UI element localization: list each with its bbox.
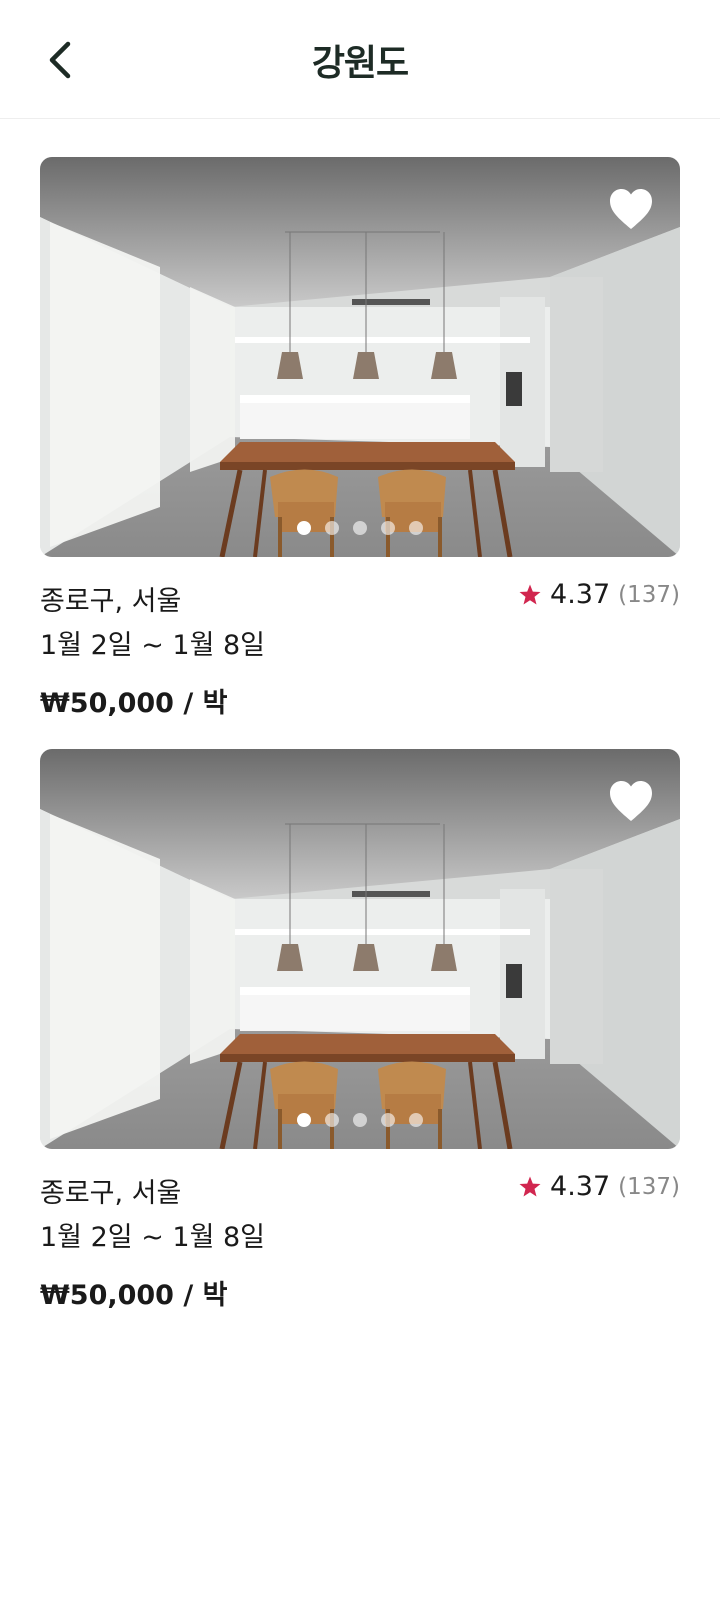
pagination-dot[interactable] <box>409 521 423 535</box>
rating-score: 4.37 <box>550 579 611 610</box>
star-icon <box>519 584 541 604</box>
app-header: 강원도 <box>0 0 720 119</box>
photo-pagination <box>40 1113 680 1127</box>
listing-rating: 4.37 (137) <box>518 579 680 610</box>
review-count: (137) <box>618 581 680 608</box>
listing-price: ₩50,000 / 박 <box>40 688 228 719</box>
listing-info: 종로구, 서울 4.37 (137) 1월 2일 ~ 1월 8일 ₩50,000… <box>40 1149 680 1339</box>
listing-photo[interactable] <box>40 749 680 1149</box>
listing-photo[interactable] <box>40 157 680 557</box>
pagination-dot[interactable] <box>353 521 367 535</box>
pagination-dot[interactable] <box>381 521 395 535</box>
star-icon <box>519 1176 541 1196</box>
pagination-dot[interactable] <box>381 1113 395 1127</box>
pagination-dot[interactable] <box>353 1113 367 1127</box>
photo-pagination <box>40 521 680 535</box>
listing-dates: 1월 2일 ~ 1월 8일 <box>40 630 266 661</box>
review-count: (137) <box>618 1173 680 1200</box>
pagination-dot[interactable] <box>297 1113 311 1127</box>
listing-dates: 1월 2일 ~ 1월 8일 <box>40 1222 266 1253</box>
listing-card[interactable]: 종로구, 서울 4.37 (137) 1월 2일 ~ 1월 8일 ₩50,000… <box>40 157 680 747</box>
listing-info: 종로구, 서울 4.37 (137) 1월 2일 ~ 1월 8일 ₩50,000… <box>40 557 680 747</box>
favorite-button[interactable] <box>608 779 654 823</box>
page-title: 강원도 <box>311 43 409 84</box>
listing-card[interactable]: 종로구, 서울 4.37 (137) 1월 2일 ~ 1월 8일 ₩50,000… <box>40 749 680 1339</box>
pagination-dot[interactable] <box>325 521 339 535</box>
pagination-dot[interactable] <box>297 521 311 535</box>
listing-location: 종로구, 서울 <box>40 1178 182 1209</box>
listing-location: 종로구, 서울 <box>40 586 182 617</box>
favorite-button[interactable] <box>608 187 654 231</box>
heart-icon <box>610 189 652 229</box>
kitchen-interior-photo <box>40 157 680 557</box>
rating-score: 4.37 <box>550 1171 611 1202</box>
listing-rating: 4.37 (137) <box>518 1171 680 1202</box>
heart-icon <box>610 781 652 821</box>
listing-price: ₩50,000 / 박 <box>40 1280 228 1311</box>
pagination-dot[interactable] <box>409 1113 423 1127</box>
pagination-dot[interactable] <box>325 1113 339 1127</box>
kitchen-interior-photo <box>40 749 680 1149</box>
